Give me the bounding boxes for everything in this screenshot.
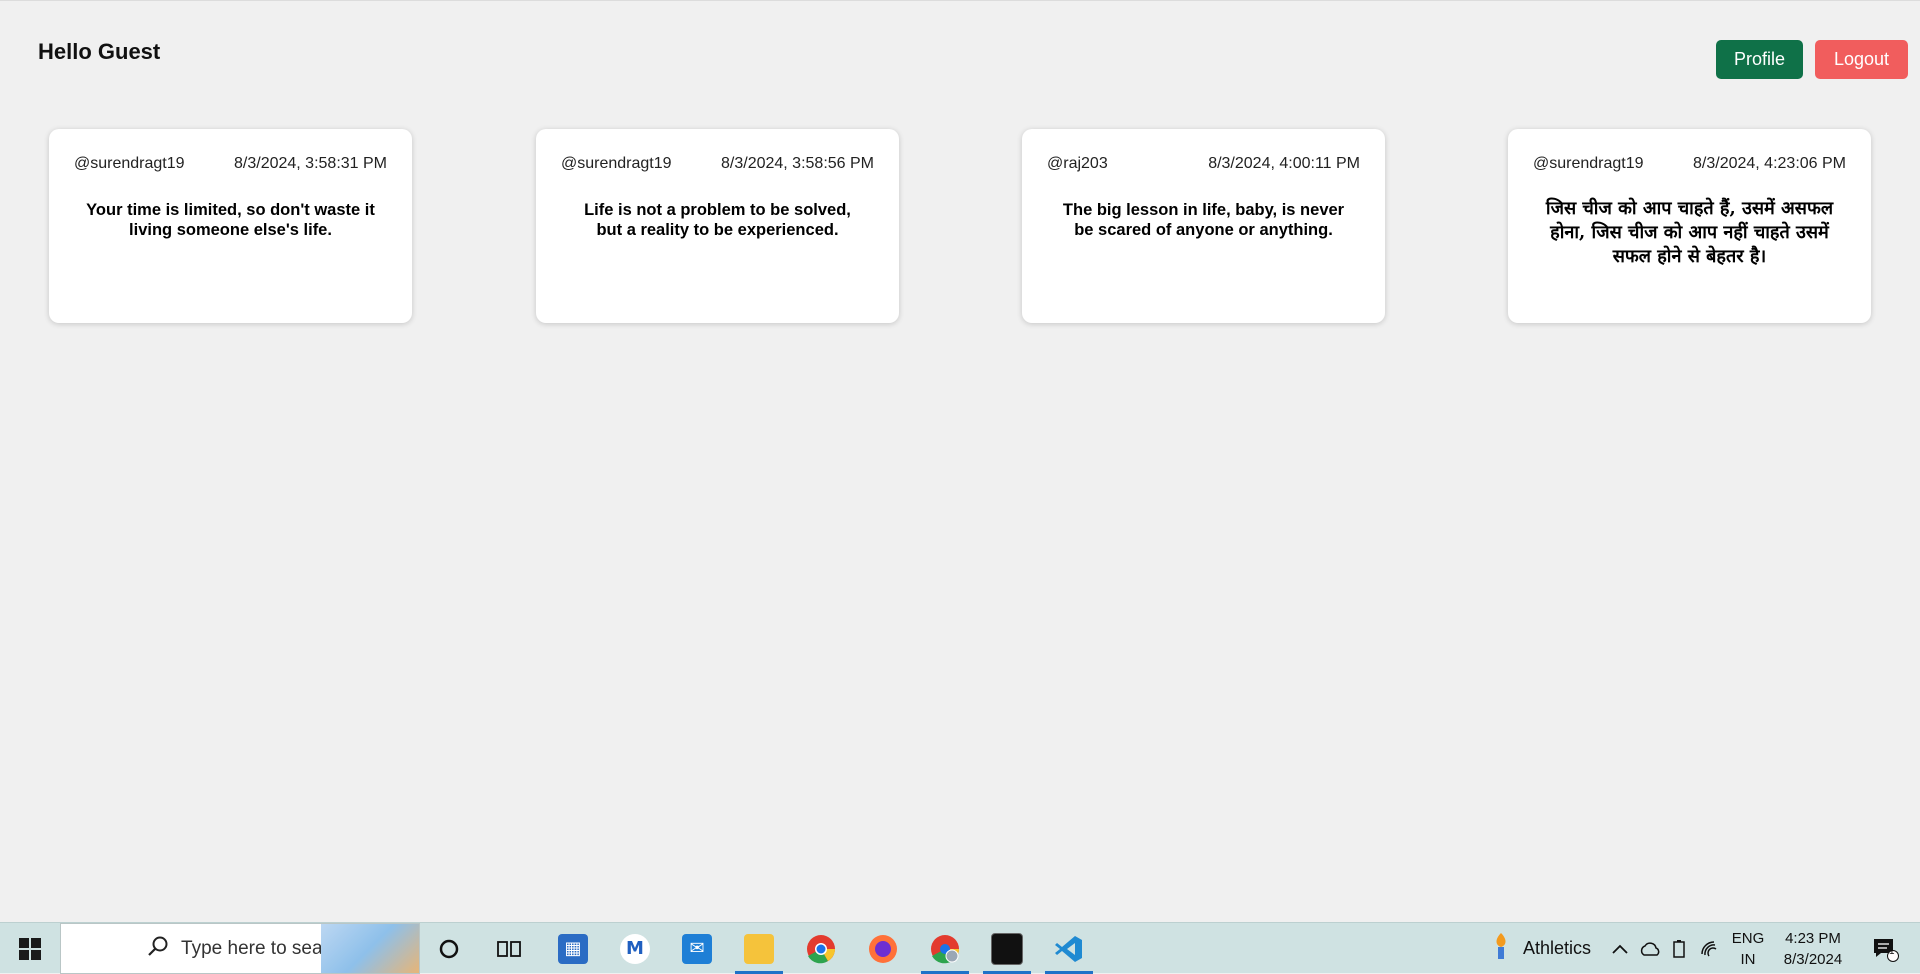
post-timestamp: 8/3/2024, 4:00:11 PM	[1208, 155, 1360, 172]
chevron-up-icon[interactable]	[1606, 923, 1634, 974]
weather-label: Athletics	[1522, 938, 1592, 958]
post-grid: @surendragt19 8/3/2024, 3:58:31 PM Your …	[0, 129, 1920, 325]
post-quote: The big lesson in life, baby, is never b…	[1062, 201, 1345, 239]
cortana-icon[interactable]	[420, 923, 478, 974]
clock-date: 8/3/2024	[1783, 950, 1843, 968]
search-highlight-illustration	[321, 924, 419, 973]
profile-button[interactable]: Profile	[1716, 40, 1803, 79]
post-quote: Your time is limited, so don't waste it …	[86, 201, 375, 239]
notification-count: 1	[1889, 946, 1895, 957]
post-card: @surendragt19 8/3/2024, 3:58:56 PM Life …	[536, 129, 899, 323]
language-code: ENG	[1731, 929, 1765, 947]
search-icon	[147, 935, 169, 962]
chrome-profile-icon[interactable]	[916, 923, 974, 974]
torch-icon	[1489, 931, 1513, 966]
task-view-icon[interactable]	[480, 923, 538, 974]
logout-button[interactable]: Logout	[1815, 40, 1908, 79]
post-quote: जिस चीज को आप चाहते हैं, उसमें असफल होना…	[1545, 198, 1834, 267]
windows-taskbar: Type here to search ▦ M ✉ Athletics ENG …	[0, 922, 1920, 974]
vscode-icon[interactable]	[1040, 923, 1098, 974]
post-timestamp: 8/3/2024, 4:23:06 PM	[1693, 155, 1846, 172]
post-quote: Life is not a problem to be solved, but …	[584, 201, 851, 239]
taskbar-search-box[interactable]: Type here to search	[60, 923, 420, 974]
weather-widget[interactable]: Athletics	[1480, 923, 1600, 974]
windows-start-icon[interactable]	[0, 923, 60, 974]
post-username: @surendragt19	[74, 155, 185, 172]
battery-icon[interactable]	[1666, 923, 1694, 974]
chrome-icon[interactable]	[792, 923, 850, 974]
app-icon[interactable]: M	[606, 923, 664, 974]
firefox-icon[interactable]	[854, 923, 912, 974]
post-card: @surendragt19 8/3/2024, 4:23:06 PM जिस च…	[1508, 129, 1871, 323]
region-code: IN	[1740, 950, 1756, 968]
post-card: @surendragt19 8/3/2024, 3:58:31 PM Your …	[49, 129, 412, 323]
language-indicator[interactable]: ENG IN	[1728, 923, 1768, 974]
post-timestamp: 8/3/2024, 3:58:56 PM	[721, 155, 874, 172]
post-card: @raj203 8/3/2024, 4:00:11 PM The big les…	[1022, 129, 1385, 323]
onedrive-icon[interactable]	[1636, 923, 1664, 974]
post-username: @surendragt19	[1533, 155, 1644, 172]
file-explorer-icon[interactable]	[730, 923, 788, 974]
post-username: @surendragt19	[561, 155, 672, 172]
clock-time: 4:23 PM	[1785, 929, 1841, 947]
app-page: Hello Guest Profile Logout @surendragt19…	[0, 0, 1920, 922]
notifications-icon[interactable]: 1	[1860, 923, 1910, 974]
post-username: @raj203	[1047, 155, 1108, 172]
clock[interactable]: 4:23 PM 8/3/2024	[1770, 923, 1856, 974]
microsoft-store-icon[interactable]: ▦	[544, 923, 602, 974]
terminal-icon[interactable]	[978, 923, 1036, 974]
wifi-icon[interactable]	[1696, 923, 1724, 974]
greeting-heading: Hello Guest	[38, 39, 161, 64]
mail-icon[interactable]: ✉	[668, 923, 726, 974]
post-timestamp: 8/3/2024, 3:58:31 PM	[234, 155, 387, 172]
